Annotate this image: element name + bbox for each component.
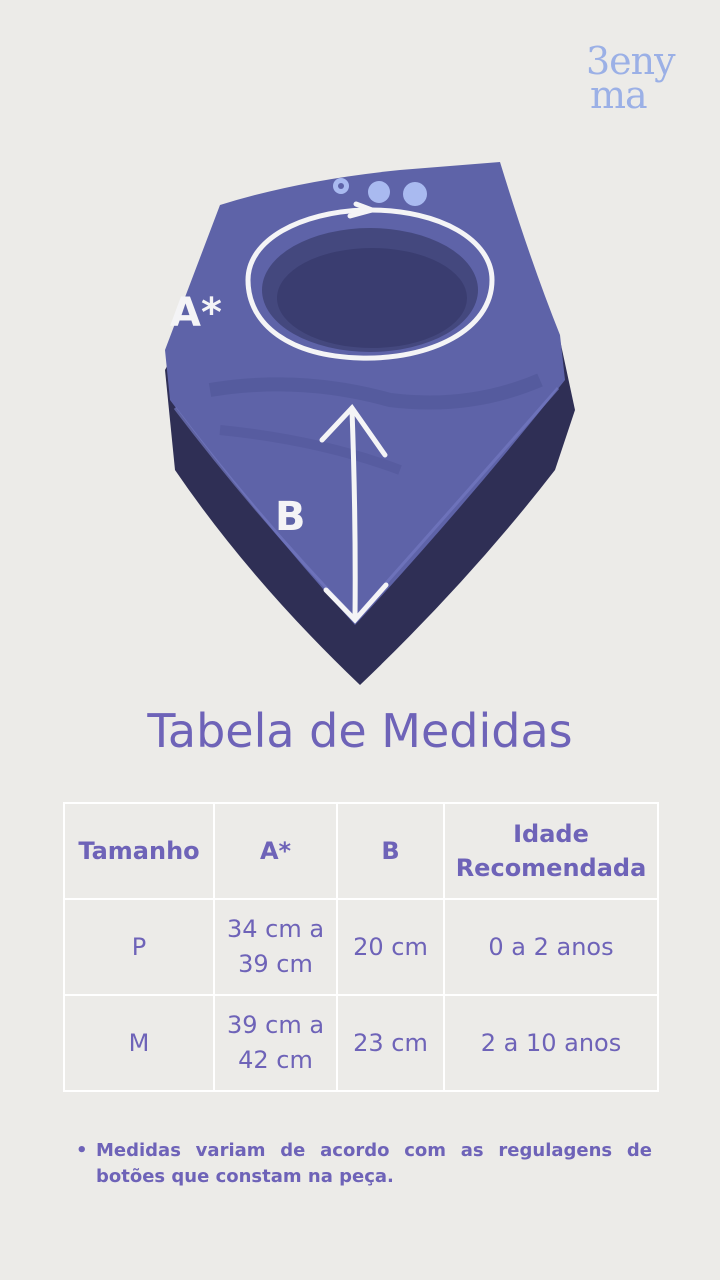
snap-3	[403, 182, 427, 206]
cell-a: 34 cm a 39 cm	[213, 898, 338, 996]
header-tamanho: Tamanho	[63, 802, 215, 900]
header-b: B	[336, 802, 445, 900]
label-a: A*	[170, 290, 222, 336]
table-row: P 34 cm a 39 cm 20 cm 0 a 2 anos	[63, 898, 659, 996]
table-header-row: Tamanho A* B Idade Recomendada	[63, 802, 659, 900]
header-idade: Idade Recomendada	[443, 802, 659, 900]
cell-age: 2 a 10 anos	[443, 994, 659, 1092]
cell-b: 23 cm	[336, 994, 445, 1092]
cell-age: 0 a 2 anos	[443, 898, 659, 996]
cell-b: 20 cm	[336, 898, 445, 996]
cell-size: M	[63, 994, 215, 1092]
logo-line-2: ma	[590, 73, 648, 117]
label-b: B	[275, 494, 306, 540]
snap-2	[368, 181, 390, 203]
bandana-bib-illustration: A* B	[165, 162, 575, 685]
brand-logo: 3eny ma	[586, 42, 696, 124]
table-row: M 39 cm a 42 cm 23 cm 2 a 10 anos	[63, 994, 659, 1092]
header-a: A*	[213, 802, 338, 900]
measurement-note: • Medidas variam de acordo com as regula…	[76, 1138, 652, 1190]
size-table: Tamanho A* B Idade Recomendada P 34 cm a…	[63, 802, 659, 1092]
cell-a: 39 cm a 42 cm	[213, 994, 338, 1092]
page-title: Tabela de Medidas	[147, 704, 573, 758]
note-text: Medidas variam de acordo com as regulage…	[96, 1140, 652, 1187]
cell-size: P	[63, 898, 215, 996]
bullet-icon: •	[76, 1140, 88, 1161]
